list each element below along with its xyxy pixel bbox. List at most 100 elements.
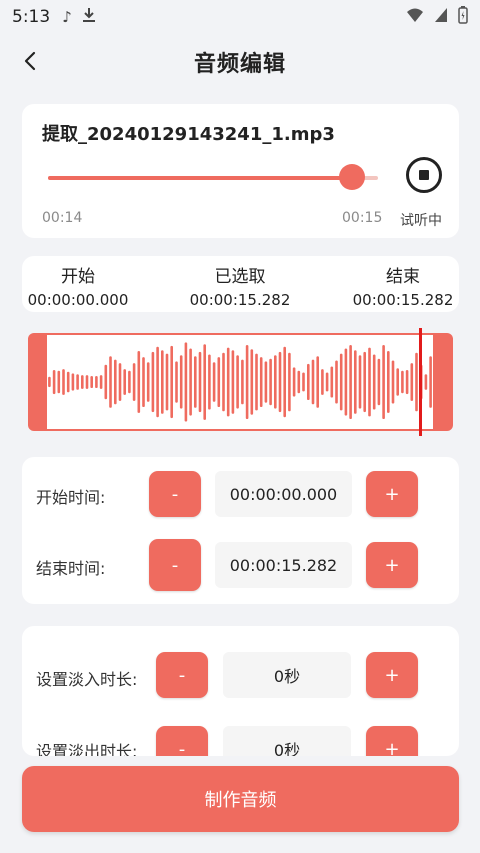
waveform-bar	[368, 347, 371, 417]
waveform-bar	[132, 363, 136, 401]
progress-thumb[interactable]	[338, 164, 365, 190]
fade-in-value[interactable]: 0秒	[223, 652, 351, 698]
end-time-minus-button[interactable]: -	[149, 539, 201, 591]
selection-start: 开始 00:00:00.000	[8, 262, 148, 309]
waveform-bar	[81, 375, 84, 389]
waveform-bar	[217, 357, 221, 407]
waveform-bar	[321, 369, 324, 395]
waveform-bar	[118, 363, 122, 401]
end-time-value[interactable]: 00:00:15.282	[215, 542, 352, 588]
waveform-bar	[325, 372, 329, 392]
selection-start-label: 开始	[61, 267, 95, 287]
waveform-bar	[259, 357, 263, 407]
playhead[interactable]	[419, 328, 422, 436]
end-time-plus-button[interactable]: +	[366, 542, 418, 588]
selection-selected-label: 已选取	[214, 267, 266, 287]
waveform-bar	[231, 350, 235, 414]
waveform-bar	[354, 350, 357, 414]
make-audio-button[interactable]: 制作音频	[22, 766, 459, 832]
fade-out-value[interactable]: 0秒	[223, 726, 351, 756]
fade-in-plus-button[interactable]: +	[366, 652, 418, 698]
waveform-bar	[90, 376, 93, 388]
fade-out-label: 设置淡出时长:	[36, 742, 138, 756]
waveform-bar	[344, 348, 348, 416]
waveform-bar	[189, 348, 192, 416]
waveform-bar	[377, 358, 381, 406]
waveform-bar	[415, 352, 418, 412]
waveform-bar	[274, 355, 277, 409]
waveform-bar	[57, 370, 61, 394]
status-right	[406, 6, 468, 28]
stop-icon[interactable]	[405, 156, 443, 194]
waveform-selector[interactable]	[28, 333, 453, 431]
waveform-bar	[292, 367, 296, 397]
status-bar: 5:13 ♪	[0, 0, 480, 34]
waveform-bar	[71, 373, 75, 391]
current-time: 00:14	[42, 210, 83, 226]
total-time: 00:15	[342, 210, 383, 226]
waveform-bar	[236, 355, 239, 409]
player-card: 提取_20240129143241_1.mp3 00:14 00:15 试听中	[22, 104, 459, 238]
waveform-bar	[226, 347, 230, 417]
waveform-bar	[269, 358, 272, 406]
waveform-bar	[255, 353, 258, 411]
fade-out-plus-button[interactable]: +	[366, 726, 418, 756]
waveform-bar	[222, 352, 225, 412]
waveform-bar	[48, 376, 51, 388]
fade-in-label: 设置淡入时长:	[36, 670, 138, 689]
waveform-bar	[203, 344, 206, 420]
waveform-bar	[410, 363, 414, 401]
app-bar: 音频编辑	[0, 34, 480, 90]
waveform-bar	[264, 361, 268, 403]
download-icon	[82, 7, 96, 27]
waveform-bar	[396, 368, 399, 396]
waveform-bar	[179, 355, 183, 409]
waveform-bar	[302, 372, 305, 392]
waveform-bar	[123, 369, 126, 395]
waveform-bar	[311, 359, 315, 405]
wifi-icon	[406, 7, 424, 27]
waveform-bar	[288, 352, 291, 412]
waveform-bar	[76, 374, 79, 390]
waveform-bar	[405, 370, 409, 395]
waveform-bar	[401, 370, 404, 394]
fade-out-minus-button[interactable]: -	[156, 726, 208, 756]
waveform-bar	[250, 349, 254, 415]
selection-end: 结束 00:00:15.282	[333, 262, 473, 309]
waveform-bar	[95, 376, 98, 388]
start-time-plus-button[interactable]: +	[366, 471, 418, 517]
fade-in-minus-button[interactable]: -	[156, 652, 208, 698]
waveform-bar	[245, 345, 249, 419]
waveform-bar	[339, 353, 343, 411]
waveform-bar	[99, 375, 103, 389]
start-time-value[interactable]: 00:00:00.000	[215, 471, 352, 517]
end-time-label: 结束时间:	[36, 559, 106, 578]
waveform-bar	[316, 356, 319, 408]
waveform-bar	[109, 356, 112, 408]
waveform-bar	[165, 353, 169, 411]
waveform-bar	[363, 351, 366, 413]
waveform-bar	[391, 360, 395, 404]
waveform-bar	[198, 351, 202, 413]
waveform-area[interactable]	[47, 335, 433, 429]
chevron-left-icon[interactable]	[16, 46, 46, 76]
waveform-bar	[212, 362, 216, 402]
progress-slider[interactable]	[48, 176, 378, 180]
start-time-minus-button[interactable]: -	[149, 471, 201, 517]
waveform-bar	[278, 351, 282, 413]
waveform-bar	[142, 357, 145, 407]
status-time: 5:13	[12, 7, 51, 27]
waveform-bar	[335, 360, 338, 404]
selection-end-label: 结束	[386, 267, 420, 287]
waveform-bar	[424, 374, 428, 390]
waveform-bar	[146, 362, 150, 402]
waveform-bar	[349, 345, 352, 419]
waveform-bar	[62, 369, 65, 395]
waveform-graphic	[48, 342, 432, 422]
waveform-bar	[85, 375, 89, 389]
waveform-bar	[307, 363, 310, 400]
waveform-bar	[175, 361, 178, 403]
waveform-bar	[151, 351, 155, 413]
selection-end-value: 00:00:15.282	[352, 291, 454, 309]
page-title: 音频编辑	[193, 52, 286, 77]
